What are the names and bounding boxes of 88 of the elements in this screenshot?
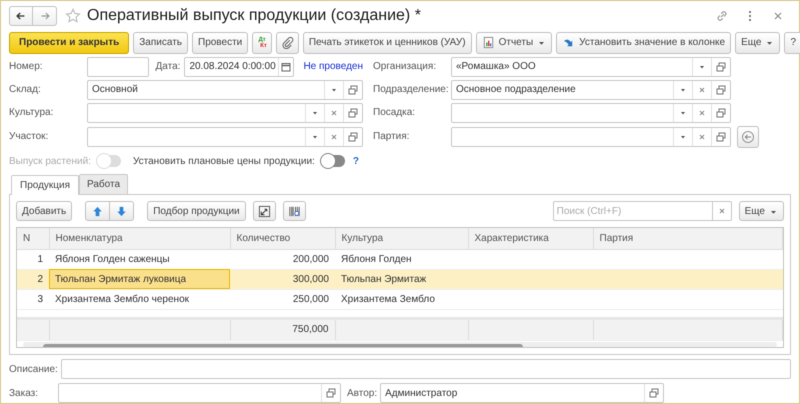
- tab[interactable]: Работа: [79, 174, 128, 194]
- open-icon[interactable]: [647, 386, 662, 400]
- resize-button[interactable]: [252, 201, 276, 221]
- field-label: Дата:: [156, 61, 180, 72]
- order-field[interactable]: [58, 383, 341, 403]
- primary-button[interactable]: Провести и закрыть: [9, 32, 130, 54]
- table-cell: Яблоня Голден: [335, 249, 468, 269]
- barcode-button[interactable]: [282, 201, 306, 221]
- column-header[interactable]: Культура: [335, 228, 468, 249]
- column-header[interactable]: Количество: [230, 228, 335, 249]
- toolbar-button[interactable]: Подбор продукции: [147, 201, 246, 221]
- tab[interactable]: Продукция: [11, 175, 80, 195]
- resize-icon: [258, 204, 271, 218]
- open-icon[interactable]: [346, 82, 360, 97]
- toggle-label: Установить плановые цены продукции:: [132, 156, 315, 167]
- field-label: Заказ:: [9, 388, 40, 398]
- open-icon[interactable]: [714, 82, 728, 97]
- field-label: Культура:: [9, 107, 54, 118]
- input-field[interactable]: [87, 102, 363, 123]
- reports-button[interactable]: Отчеты: [476, 32, 552, 54]
- open-icon[interactable]: [346, 130, 360, 144]
- paperclip-icon: [280, 36, 294, 50]
- back-button[interactable]: [9, 6, 33, 26]
- input-field[interactable]: «Ромашка» ООО: [451, 56, 731, 77]
- column-header[interactable]: Номенклатура: [49, 228, 230, 249]
- status-link[interactable]: Не проведен: [303, 61, 363, 72]
- toggle-switch[interactable]: [320, 155, 345, 168]
- number-field[interactable]: [87, 56, 149, 77]
- field-label: Участок:: [9, 131, 50, 142]
- field-label: Организация:: [373, 61, 438, 72]
- search-field[interactable]: Поиск (Ctrl+F): [552, 201, 712, 221]
- back-arrow-icon: [15, 10, 27, 22]
- up-arrow-icon: [91, 204, 104, 218]
- field-label: Партия:: [373, 131, 410, 142]
- field-label: Склад:: [9, 84, 42, 96]
- move-down-button[interactable]: [110, 201, 134, 221]
- toolbar-button[interactable]: Печать этикеток и ценников (УАУ): [302, 32, 472, 54]
- toolbar-button[interactable]: Записать: [133, 32, 188, 54]
- table-cell: 200,000: [230, 249, 335, 269]
- table-cell: Хризантема Зембло: [335, 289, 468, 309]
- barcode-icon: [288, 204, 301, 218]
- field-label: Номер:: [9, 61, 44, 72]
- toolbar-button[interactable]: Добавить: [16, 201, 72, 221]
- author-field[interactable]: Администратор: [380, 383, 664, 403]
- column-header[interactable]: N: [17, 228, 49, 249]
- table-cell: 300,000: [230, 269, 335, 289]
- open-icon[interactable]: [346, 106, 360, 120]
- table-cell: Хризантема Зембло черенок: [49, 289, 230, 309]
- table-cell: Тюльпан Эрмитаж: [335, 269, 468, 289]
- date-field[interactable]: 20.08.2024 0:00:00: [184, 56, 294, 77]
- more-button[interactable]: Еще: [735, 32, 780, 54]
- down-arrow-icon: [115, 204, 128, 218]
- input-field[interactable]: [451, 102, 731, 123]
- toolbar-button[interactable]: Провести: [192, 32, 248, 54]
- field-label: Посадка:: [373, 107, 416, 118]
- total-cell: 750,000: [230, 318, 335, 340]
- input-field[interactable]: [87, 126, 363, 147]
- table-cell: Тюльпан Эрмитаж луковица: [49, 269, 230, 289]
- star-icon[interactable]: [65, 8, 81, 24]
- column-header[interactable]: Партия: [593, 228, 782, 249]
- help-link[interactable]: ?: [352, 156, 359, 167]
- open-icon[interactable]: [714, 106, 728, 120]
- input-field[interactable]: Основное подразделение: [451, 80, 731, 100]
- field-label: Подразделение:: [373, 84, 450, 96]
- table-cell: 2: [17, 269, 49, 289]
- toolbar-button[interactable]: Установить значение в колонке: [556, 32, 732, 54]
- field-label: Автор:: [347, 388, 378, 398]
- link-icon[interactable]: [715, 9, 729, 24]
- attach-button[interactable]: [276, 32, 299, 54]
- open-icon[interactable]: [324, 386, 338, 400]
- column-header[interactable]: Характеристика: [468, 228, 593, 249]
- toolbar-button[interactable]: ?: [784, 32, 800, 54]
- description-field[interactable]: [60, 359, 791, 379]
- open-icon[interactable]: [714, 130, 728, 144]
- move-up-button[interactable]: [85, 201, 110, 221]
- input-field[interactable]: [451, 126, 731, 147]
- input-field[interactable]: Основной: [87, 80, 363, 100]
- forward-arrow-icon: [38, 10, 50, 22]
- table-cell: 3: [17, 289, 49, 309]
- table-cell: 1: [17, 249, 49, 269]
- report-icon: [482, 36, 495, 50]
- horizontal-scrollbar[interactable]: [23, 342, 777, 347]
- field-label: Описание:: [9, 364, 58, 374]
- window-title: Оперативный выпуск продукции (создание) *: [87, 7, 422, 26]
- more-button[interactable]: Еще: [738, 201, 784, 221]
- open-icon[interactable]: [714, 60, 728, 74]
- table-cell: 250,000: [230, 289, 335, 309]
- toggle-label: Выпуск растений:: [9, 156, 91, 167]
